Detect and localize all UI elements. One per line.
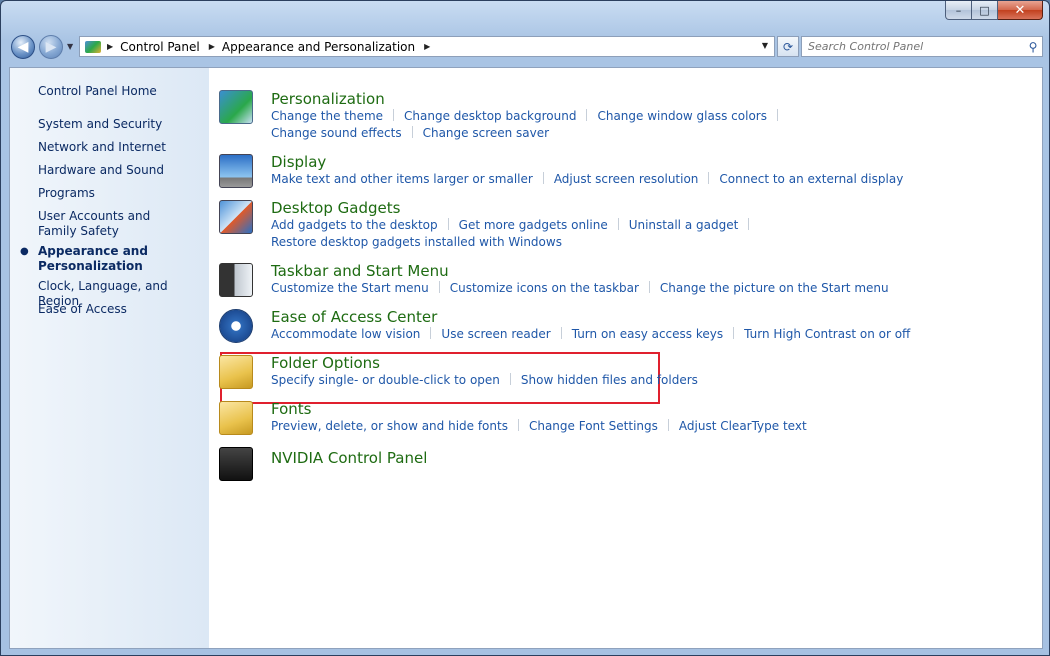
maximize-button[interactable]: □ <box>972 1 998 20</box>
display-icon[interactable] <box>219 154 253 188</box>
link-change-start-menu-picture[interactable]: Change the picture on the Start menu <box>660 281 889 295</box>
personalization-icon[interactable] <box>219 90 253 124</box>
link-show-hidden-files[interactable]: Show hidden files and folders <box>521 373 698 387</box>
nvidia-control-panel-title[interactable]: NVIDIA Control Panel <box>271 449 427 467</box>
link-uninstall-gadget[interactable]: Uninstall a gadget <box>629 218 739 232</box>
breadcrumb-arrow-icon[interactable]: ▶ <box>209 42 215 51</box>
sidebar-item-ease-of-access[interactable]: Ease of Access <box>38 302 203 317</box>
search-icon[interactable]: ⚲ <box>1024 40 1042 54</box>
link-get-more-gadgets[interactable]: Get more gadgets online <box>459 218 608 232</box>
taskbar-title[interactable]: Taskbar and Start Menu <box>271 262 449 280</box>
fonts-title[interactable]: Fonts <box>271 400 311 418</box>
address-bar[interactable]: ▶ Control Panel ▶ Appearance and Persona… <box>79 36 775 57</box>
current-page-bullet-icon: ● <box>20 246 29 257</box>
back-button[interactable]: ◀ <box>11 35 35 59</box>
link-single-double-click[interactable]: Specify single- or double-click to open <box>271 373 500 387</box>
gadgets-icon[interactable] <box>219 200 253 234</box>
personalization-links-row-2: Change sound effects Change screen saver <box>271 125 549 142</box>
navigation-bar: ◀ ▶ ▼ ▶ Control Panel ▶ Appearance and P… <box>9 34 1043 60</box>
taskbar-links-row: Customize the Start menu Customize icons … <box>271 280 889 297</box>
personalization-links-row-1: Change the theme Change desktop backgroun… <box>271 108 788 125</box>
search-input[interactable] <box>802 39 1024 54</box>
folder-options-links-row: Specify single- or double-click to open S… <box>271 372 698 389</box>
ease-of-access-title[interactable]: Ease of Access Center <box>271 308 437 326</box>
fonts-icon[interactable] <box>219 401 253 435</box>
link-preview-delete-fonts[interactable]: Preview, delete, or show and hide fonts <box>271 419 508 433</box>
sidebar-item-appearance-and-personalization: Appearance and Personalization <box>38 244 148 273</box>
recent-pages-dropdown-icon[interactable]: ▼ <box>67 42 73 51</box>
refresh-button[interactable]: ⟳ <box>777 36 799 57</box>
link-restore-desktop-gadgets[interactable]: Restore desktop gadgets installed with W… <box>271 235 562 249</box>
link-change-sound-effects[interactable]: Change sound effects <box>271 126 402 140</box>
link-make-text-larger[interactable]: Make text and other items larger or smal… <box>271 172 533 186</box>
forward-button[interactable]: ▶ <box>39 35 63 59</box>
folder-options-icon[interactable] <box>219 355 253 389</box>
minimize-button[interactable]: – <box>945 1 972 20</box>
personalization-title[interactable]: Personalization <box>271 90 385 108</box>
folder-options-title[interactable]: Folder Options <box>271 354 380 372</box>
breadcrumb-arrow-icon[interactable]: ▶ <box>424 42 430 51</box>
content-area: Control Panel Home System and Security N… <box>9 67 1043 649</box>
link-change-screen-saver[interactable]: Change screen saver <box>423 126 550 140</box>
link-change-desktop-background[interactable]: Change desktop background <box>404 109 576 123</box>
display-links-row: Make text and other items larger or smal… <box>271 171 903 188</box>
caption-buttons: – □ ✕ <box>945 1 1043 20</box>
breadcrumb-arrow-icon[interactable]: ▶ <box>107 42 113 51</box>
link-high-contrast[interactable]: Turn High Contrast on or off <box>744 327 910 341</box>
link-customize-taskbar-icons[interactable]: Customize icons on the taskbar <box>450 281 639 295</box>
gadgets-links-row-1: Add gadgets to the desktop Get more gadge… <box>271 217 759 234</box>
ease-of-access-links-row: Accommodate low vision Use screen reader T… <box>271 326 910 343</box>
sidebar-item-programs[interactable]: Programs <box>38 186 203 201</box>
close-button[interactable]: ✕ <box>998 1 1043 20</box>
sidebar-item-user-accounts[interactable]: User Accounts and Family Safety <box>38 209 188 239</box>
breadcrumb-control-panel[interactable]: Control Panel <box>120 40 200 54</box>
sidebar-item-hardware-and-sound[interactable]: Hardware and Sound <box>38 163 203 178</box>
link-change-window-glass-colors[interactable]: Change window glass colors <box>597 109 767 123</box>
link-change-theme[interactable]: Change the theme <box>271 109 383 123</box>
sidebar-item-system-and-security[interactable]: System and Security <box>38 117 203 132</box>
sidebar-item-network-and-internet[interactable]: Network and Internet <box>38 140 203 155</box>
display-title[interactable]: Display <box>271 153 326 171</box>
address-dropdown-icon[interactable]: ▼ <box>762 41 768 50</box>
link-add-gadgets[interactable]: Add gadgets to the desktop <box>271 218 438 232</box>
sidebar: Control Panel Home System and Security N… <box>10 68 209 648</box>
desktop-gadgets-title[interactable]: Desktop Gadgets <box>271 199 400 217</box>
link-easy-access-keys[interactable]: Turn on easy access keys <box>572 327 723 341</box>
sidebar-control-panel-home[interactable]: Control Panel Home <box>38 84 203 99</box>
fonts-links-row: Preview, delete, or show and hide fonts C… <box>271 418 807 435</box>
gadgets-links-row-2: Restore desktop gadgets installed with W… <box>271 234 562 251</box>
link-use-screen-reader[interactable]: Use screen reader <box>441 327 550 341</box>
control-panel-window: – □ ✕ ◀ ▶ ▼ ▶ Control Panel ▶ Appearance… <box>0 0 1050 656</box>
link-adjust-cleartype[interactable]: Adjust ClearType text <box>679 419 807 433</box>
link-customize-start-menu[interactable]: Customize the Start menu <box>271 281 429 295</box>
taskbar-icon[interactable] <box>219 263 253 297</box>
link-connect-external-display[interactable]: Connect to an external display <box>719 172 903 186</box>
refresh-icon: ⟳ <box>782 39 794 54</box>
link-accommodate-low-vision[interactable]: Accommodate low vision <box>271 327 420 341</box>
main-panel: Personalization Change the theme Change d… <box>209 68 1042 648</box>
link-change-font-settings[interactable]: Change Font Settings <box>529 419 658 433</box>
link-adjust-screen-resolution[interactable]: Adjust screen resolution <box>554 172 699 186</box>
control-panel-icon <box>85 40 101 53</box>
search-box[interactable]: ⚲ <box>801 36 1043 57</box>
nvidia-icon[interactable] <box>219 447 253 481</box>
ease-of-access-icon[interactable] <box>219 309 253 343</box>
breadcrumb-appearance[interactable]: Appearance and Personalization <box>222 40 415 54</box>
